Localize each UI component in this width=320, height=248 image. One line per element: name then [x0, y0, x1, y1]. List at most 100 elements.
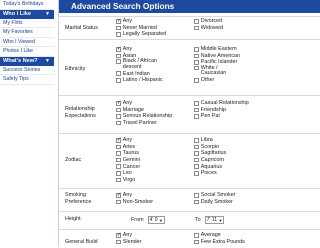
checkbox[interactable] — [116, 137, 121, 143]
checkbox-option[interactable]: Serious Relationship — [116, 113, 172, 120]
checkbox-option[interactable]: Any — [116, 18, 166, 25]
chevron-down-icon: ▼ — [45, 11, 50, 17]
checkbox[interactable] — [194, 114, 199, 119]
checkbox-option[interactable]: Taurus — [116, 150, 140, 157]
checkbox-option[interactable]: Legally Separated — [116, 31, 166, 38]
checkbox[interactable] — [194, 239, 199, 245]
checkbox[interactable] — [194, 170, 199, 176]
checkbox[interactable] — [116, 46, 121, 52]
checkbox-option[interactable]: Never Married — [116, 25, 166, 32]
checkbox-option[interactable]: Libra — [194, 137, 226, 144]
sidebar-item-success-stories[interactable]: Success Stories — [0, 66, 54, 75]
sidebar-item-my-flirts[interactable]: My Flirts — [0, 19, 54, 28]
checkbox[interactable] — [116, 107, 121, 113]
checkbox[interactable] — [194, 193, 199, 198]
checkbox[interactable] — [194, 25, 199, 31]
sidebar-item-todays-birthdays[interactable]: Today's Birthdays — [0, 0, 54, 10]
checkbox[interactable] — [116, 170, 121, 176]
checkbox-option[interactable]: Average — [194, 232, 245, 239]
checkbox-option[interactable]: Friendship — [194, 107, 249, 114]
checkbox[interactable] — [116, 199, 121, 205]
checkbox[interactable] — [116, 77, 121, 83]
checkbox-option[interactable]: Leo — [116, 170, 140, 177]
checkbox-option[interactable]: Any — [116, 137, 140, 144]
checkbox[interactable] — [116, 239, 121, 245]
checkbox-option[interactable]: Native American — [194, 53, 254, 60]
checkbox-option[interactable]: Virgo — [116, 177, 140, 184]
checkbox[interactable] — [194, 144, 199, 150]
checkbox[interactable] — [116, 25, 121, 31]
height-from-select[interactable]: 4' 0 ▼ — [147, 216, 165, 224]
checkbox[interactable] — [194, 138, 199, 143]
height-label: Height — [65, 216, 81, 222]
relationship-row: Relationship Expectations Any Marriage S… — [59, 95, 320, 132]
checkbox-option[interactable]: Widowed — [194, 25, 223, 32]
checkbox-option[interactable]: Middle Eastern — [194, 46, 254, 53]
checkbox[interactable] — [116, 53, 121, 59]
sidebar-item-who-i-viewed[interactable]: Who I Viewed — [0, 38, 54, 47]
checkbox[interactable] — [194, 157, 199, 163]
chevron-down-icon: ▼ — [158, 217, 163, 223]
checkbox-option[interactable]: Aries — [116, 144, 140, 151]
checkbox[interactable] — [194, 47, 199, 52]
checkbox-option[interactable]: Casual Relationship — [194, 100, 249, 107]
checkbox-option[interactable]: Gemini — [116, 157, 140, 164]
checkbox[interactable] — [116, 177, 121, 183]
checkbox[interactable] — [194, 60, 199, 65]
checkbox[interactable] — [194, 199, 199, 205]
checkbox[interactable] — [116, 144, 121, 150]
checkbox-option[interactable]: East Indian — [116, 70, 188, 77]
checkbox[interactable] — [116, 18, 121, 24]
checkbox[interactable] — [194, 101, 199, 106]
checkbox[interactable] — [116, 71, 121, 76]
checkbox[interactable] — [116, 32, 121, 37]
checkbox-option[interactable]: Slender — [116, 239, 141, 246]
checkbox-option[interactable]: Marriage — [116, 107, 172, 114]
checkbox-option[interactable]: Pisces — [194, 170, 226, 177]
sidebar-item-safety-tips[interactable]: Safety Tips — [0, 75, 54, 85]
sidebar-item-photos-i-like[interactable]: Photos I Like — [0, 47, 54, 57]
checkbox-option[interactable]: Any — [116, 192, 153, 199]
checkbox[interactable] — [116, 164, 121, 169]
checkbox-option[interactable]: Other — [194, 77, 254, 84]
checkbox[interactable] — [194, 233, 199, 238]
checkbox-option[interactable]: Aquarius — [194, 163, 226, 170]
checkbox-option[interactable]: Black / African descent — [116, 58, 176, 70]
ethnicity-label: Ethnicity — [65, 66, 86, 72]
sidebar-section-whats-new[interactable]: What's New? ▼ — [0, 56, 54, 66]
checkbox-option[interactable]: Divorced — [194, 18, 223, 25]
checkbox[interactable] — [194, 65, 199, 71]
checkbox[interactable] — [116, 100, 121, 106]
checkbox-option[interactable]: Pen Pal — [194, 113, 249, 120]
checkbox-option[interactable]: Daily Smoker — [194, 199, 236, 206]
checkbox[interactable] — [116, 157, 121, 163]
checkbox[interactable] — [194, 107, 199, 113]
checkbox-option[interactable]: Any — [116, 100, 172, 107]
checkbox-option[interactable]: White / Caucasian — [194, 65, 240, 77]
checkbox[interactable] — [116, 114, 121, 119]
checkbox-option[interactable]: Scorpio — [194, 144, 226, 151]
checkbox[interactable] — [194, 19, 199, 24]
checkbox-option[interactable]: Sagittarius — [194, 150, 226, 157]
checkbox-option[interactable]: Travel Partner — [116, 120, 172, 127]
checkbox[interactable] — [116, 151, 121, 156]
checkbox-option[interactable]: Any — [116, 46, 188, 53]
checkbox-option[interactable]: Latino / Hispanic — [116, 77, 188, 84]
checkbox[interactable] — [116, 232, 121, 238]
checkbox[interactable] — [194, 77, 199, 83]
checkbox-option[interactable]: Social Smoker — [194, 192, 236, 199]
checkbox-option[interactable]: Non-Smoker — [116, 199, 153, 206]
checkbox[interactable] — [116, 120, 121, 126]
checkbox[interactable] — [116, 192, 121, 198]
checkbox-option[interactable]: Few Extra Pounds — [194, 239, 245, 246]
checkbox[interactable] — [194, 164, 199, 169]
sidebar-section-who-i-like[interactable]: Who I Like ▼ — [0, 9, 54, 19]
checkbox-option[interactable]: Any — [116, 232, 141, 239]
checkbox-option[interactable]: Capricorn — [194, 157, 226, 164]
checkbox[interactable] — [194, 151, 199, 156]
sidebar-item-my-favorites[interactable]: My Favorites — [0, 28, 54, 38]
checkbox[interactable] — [194, 53, 199, 59]
checkbox-option[interactable]: Cancer — [116, 163, 140, 170]
height-to-select[interactable]: 7' 11 ▼ — [204, 216, 225, 224]
checkbox[interactable] — [116, 59, 121, 64]
